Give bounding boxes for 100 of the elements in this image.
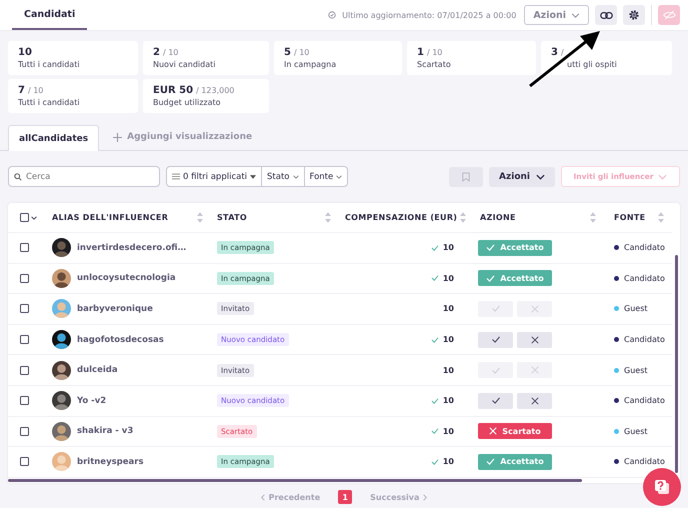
help-button[interactable]	[643, 468, 681, 506]
close-icon	[489, 427, 498, 436]
column-header[interactable]: STATO	[217, 213, 247, 222]
search-icon	[14, 172, 22, 180]
source-text: Candidato	[624, 457, 665, 466]
actions-dropdown[interactable]: Azioni	[524, 5, 589, 25]
check-icon	[490, 305, 500, 312]
source-text: Candidato	[624, 274, 665, 283]
influencer-alias[interactable]: shakira - v3	[77, 426, 134, 436]
stat-card[interactable]: 10 Tutti i candidati	[8, 41, 138, 75]
source-text: Candidato	[624, 335, 665, 344]
stat-total: / 123,000	[196, 86, 234, 95]
caret-icon[interactable]	[31, 216, 37, 220]
settings-icon	[628, 9, 640, 21]
compensation-value: 10	[442, 274, 454, 283]
stat-value: 5	[284, 47, 291, 58]
stat-label: In campagna	[284, 60, 338, 69]
influencer-alias[interactable]: Yo -v2	[77, 396, 106, 406]
stat-label: utti gli ospiti	[566, 60, 618, 69]
close-icon	[530, 366, 538, 374]
chevron-down-icon	[571, 12, 580, 18]
search-field[interactable]: Cerca	[8, 166, 160, 187]
row-checkbox[interactable]	[20, 457, 29, 466]
row-checkbox[interactable]	[20, 335, 29, 344]
stat-card[interactable]: 7 / 10 Tutti i candidati	[8, 79, 138, 113]
source-text: Guest	[624, 304, 648, 314]
stat-card[interactable]: EUR 50 / 123,000 Budget utilizzato	[143, 79, 269, 113]
check-icon	[490, 336, 500, 344]
status-filter[interactable]: Stato	[262, 167, 304, 186]
accept-button[interactable]	[478, 332, 513, 348]
link-button[interactable]	[595, 5, 617, 25]
influencer-alias[interactable]: unlocoysutecnologia	[77, 273, 176, 284]
check-icon	[486, 244, 496, 252]
compensation-value: 10	[442, 335, 454, 344]
stat-card[interactable]: 2 / 10 Nuovi candidati	[143, 41, 269, 75]
row-checkbox[interactable]	[20, 243, 29, 252]
check-icon	[486, 458, 496, 466]
stat-total: /	[560, 48, 564, 57]
reject-button[interactable]	[517, 332, 552, 348]
link-icon	[600, 10, 612, 20]
page-button[interactable]: 1	[338, 490, 352, 504]
stat-value: 10	[18, 47, 32, 58]
scrollbar[interactable]	[675, 255, 678, 473]
stat-card[interactable]: 5 / 10 In campagna	[274, 41, 402, 75]
check-icon	[490, 366, 500, 374]
row-checkbox[interactable]	[20, 366, 29, 375]
stat-total: / 10	[426, 48, 442, 57]
influencer-alias[interactable]: invertirdesdecero.ofi…	[77, 242, 186, 253]
row-checkbox[interactable]	[20, 304, 29, 314]
compensation-value: 10	[442, 396, 454, 406]
row-checkbox[interactable]	[20, 426, 29, 436]
actions-dropdown[interactable]: Azioni	[489, 166, 555, 186]
view-tab[interactable]: allCandidates	[8, 125, 100, 151]
close-icon	[530, 396, 538, 405]
settings-button[interactable]	[623, 5, 645, 25]
stat-label: Nuovi candidati	[153, 60, 216, 69]
stat-value: 3	[551, 47, 558, 58]
influencer-alias[interactable]: barbyveronique	[77, 304, 153, 314]
stat-value: 2	[153, 47, 160, 58]
influencer-alias[interactable]: dulceida	[77, 365, 118, 376]
source-filter[interactable]: Fonte	[304, 167, 348, 186]
filters-dropdown[interactable]: 0 filtri applicati	[167, 167, 262, 186]
stat-total: / 10	[294, 48, 310, 57]
influencer-alias[interactable]: hagofotosdecosas	[77, 334, 164, 345]
influencer-alias[interactable]: britneyspears	[77, 456, 144, 467]
compensation-value: 10	[442, 426, 454, 436]
stat-label: Tutti i candidati	[18, 60, 81, 69]
close-icon	[530, 336, 538, 344]
stat-label: Scartato	[417, 60, 452, 69]
rejected-button[interactable]: Scartato	[478, 423, 552, 440]
column-header[interactable]: COMPENSAZIONE (EUR)	[345, 213, 458, 222]
stat-total: / 10	[28, 86, 44, 95]
last-updated-text: Ultimo aggiornamento: 07/01/2025 a 00:00	[342, 10, 516, 20]
row-checkbox[interactable]	[20, 274, 29, 283]
source-text: Guest	[624, 426, 648, 436]
scrollbar[interactable]	[8, 479, 582, 482]
stat-label: Tutti i candidati	[18, 98, 81, 107]
chevron-down-icon	[658, 174, 668, 180]
compensation-value: 10	[442, 304, 454, 314]
compensation-value: 10	[442, 457, 454, 466]
plus-icon	[113, 132, 122, 142]
stat-value: EUR 50	[153, 85, 194, 96]
stat-value: 1	[417, 47, 424, 58]
check-icon	[490, 397, 500, 404]
check-icon	[486, 274, 496, 282]
select-all-checkbox[interactable]	[20, 213, 29, 222]
column-header[interactable]: AZIONE	[480, 213, 516, 222]
row-checkbox[interactable]	[20, 396, 29, 406]
candidates-tab[interactable]: Candidati	[12, 0, 88, 30]
column-header[interactable]: FONTE	[614, 213, 646, 222]
stat-card[interactable]: 3 / utti gli ospiti	[541, 41, 672, 75]
stat-total: / 10	[162, 48, 178, 57]
caret-icon	[250, 174, 256, 178]
compensation-value: 10	[442, 243, 454, 252]
chevron-down-icon	[536, 174, 545, 180]
stat-card[interactable]: 1 / 10 Scartato	[407, 41, 536, 75]
column-header[interactable]: ALIAS DELL'INFLUENCER	[52, 213, 168, 222]
reject-button[interactable]	[517, 392, 552, 409]
accept-button[interactable]	[478, 392, 513, 409]
eye-off-icon	[662, 10, 676, 20]
